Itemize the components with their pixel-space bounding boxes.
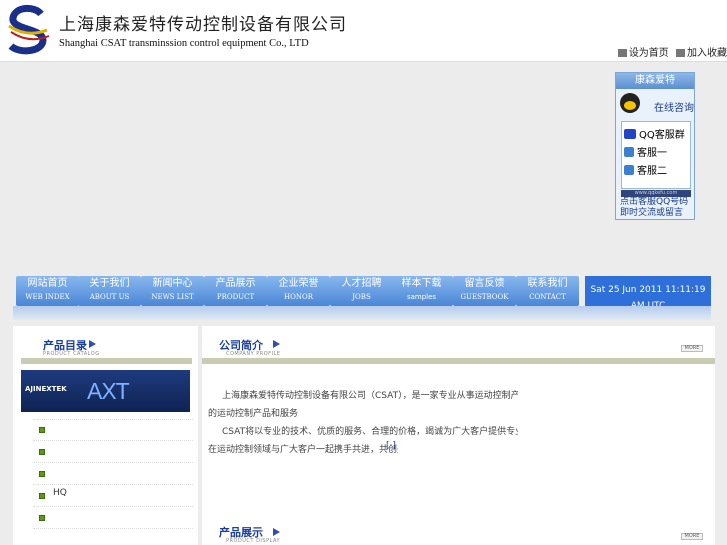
company-name-en: Shanghai CSAT transminssion control equi…: [59, 38, 309, 49]
arrow-icon: [273, 340, 280, 348]
nav-products[interactable]: 产品展示 PRODUCT: [204, 276, 267, 306]
catalog-bullet-icon: [39, 425, 47, 437]
catalog-subtitle: PRODUCT CATALOG: [43, 351, 100, 357]
catalog-bullet-icon: [39, 469, 47, 481]
catalog-separator: [33, 528, 193, 529]
qq-online-label: 在线咨询: [654, 103, 694, 114]
catalog-item[interactable]: HQ: [53, 488, 67, 498]
user-icon: [624, 147, 634, 157]
qq-support-widget: 康森爱特 在线咨询 QQ客服群 客服一 客服二 www.qqkefu.com 点…: [615, 72, 695, 220]
ajinextek-banner[interactable]: AJINEXTEK AXT: [21, 370, 190, 412]
nav-guestbook[interactable]: 留言反馈 GUESTBOOK: [453, 276, 516, 306]
add-favorite-link[interactable]: 加入收藏: [676, 48, 727, 59]
nav-honor[interactable]: 企业荣誉 HONOR: [267, 276, 330, 306]
nav-jobs[interactable]: 人才招聘 JOBS: [330, 276, 393, 306]
site-header: 上海康森爱特传动控制设备有限公司 Shanghai CSAT transmins…: [0, 0, 727, 62]
catalog-bullet-icon: [39, 513, 47, 525]
section-divider: [202, 358, 715, 364]
arrow-icon: [89, 340, 96, 348]
qq-contact-list: QQ客服群 客服一 客服二: [621, 121, 691, 189]
catalog-bullet-icon: [39, 491, 47, 503]
qq-service-1-link[interactable]: 客服一: [622, 146, 690, 164]
nav-samples[interactable]: 样本下载 samples: [390, 276, 453, 306]
company-logo: [8, 5, 50, 55]
profile-readmore-link[interactable]: [ ]: [386, 441, 396, 451]
nav-about[interactable]: 关于我们 ABOUT US: [78, 276, 141, 306]
datetime-display: Sat 25 Jun 2011 11:11:19 AM UTC: [585, 276, 711, 306]
qq-penguin-icon: [620, 93, 640, 113]
catalog-separator: [33, 462, 193, 463]
catalog-separator: [33, 484, 193, 485]
qq-online-consult[interactable]: 在线咨询: [616, 89, 694, 119]
profile-more-button[interactable]: MORE: [681, 345, 703, 352]
nav-shadow-strip: [13, 306, 711, 320]
qq-group-link[interactable]: QQ客服群: [622, 128, 690, 146]
catalog-separator: [33, 506, 193, 507]
nav-contact[interactable]: 联系我们 CONTACT: [516, 276, 579, 306]
qq-ad-link[interactable]: www.qqkefu.com: [621, 190, 691, 197]
qq-service-2-link[interactable]: 客服二: [622, 164, 690, 182]
user-icon: [624, 165, 634, 175]
qq-footer-text: 点击客服QQ号码 即时交流或留言: [620, 197, 689, 218]
catalog-bullet-icon: [39, 447, 47, 459]
home-icon: [617, 49, 627, 57]
folder-icon: [624, 129, 636, 139]
company-name-cn: 上海康森爱特传动控制设备有限公司: [59, 15, 347, 35]
nav-home[interactable]: 网站首页 WEB INDEX: [16, 276, 79, 306]
products-more-button[interactable]: MORE: [681, 533, 703, 540]
catalog-separator: [33, 440, 193, 441]
main-nav: 网站首页 WEB INDEX 关于我们 ABOUT US 新闻中心 NEWS LIST…: [13, 276, 711, 306]
catalog-separator: [33, 419, 193, 420]
product-display-panel: 产品展示 PRODUCT DISPLAY MORE: [202, 514, 715, 545]
nav-news[interactable]: 新闻中心 NEWS LIST: [141, 276, 204, 306]
products-subtitle: PRODUCT DISPLAY: [226, 538, 281, 544]
profile-subtitle: COMPANY PROFILE: [226, 351, 281, 357]
top-links: 设为首页 加入收藏: [614, 44, 727, 59]
product-catalog-panel: 产品目录 PRODUCT CATALOG AJINEXTEK AXT HQ: [13, 326, 198, 545]
company-profile-panel: 公司简介 COMPANY PROFILE MORE 上海康森爱特传动控制设备有限…: [202, 326, 715, 514]
qq-widget-title: 康森爱特: [616, 73, 694, 89]
section-divider: [21, 358, 192, 364]
arrow-icon: [273, 528, 280, 536]
favorite-icon: [676, 49, 685, 57]
profile-paragraph: 上海康森爱特传动控制设备有限公司（CSAT），是一家专业从事运动控制产品销售、服…: [208, 391, 518, 455]
set-homepage-link[interactable]: 设为首页: [617, 48, 669, 59]
